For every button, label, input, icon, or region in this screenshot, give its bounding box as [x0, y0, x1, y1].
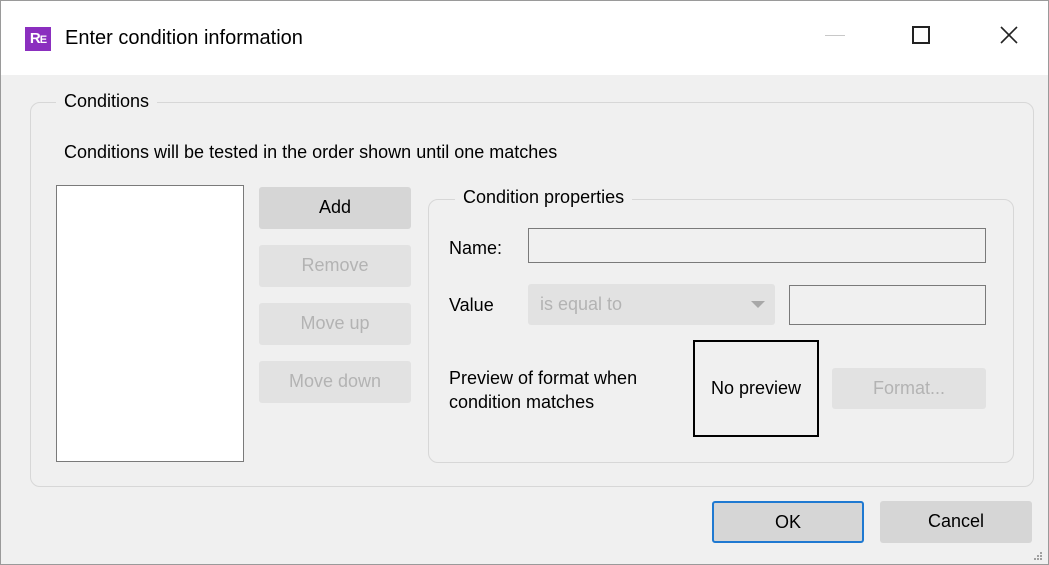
move-down-button[interactable]: Move down [259, 361, 411, 403]
title-bar[interactable]: RE Enter condition information [1, 1, 1048, 75]
value-label: Value [449, 295, 494, 315]
chevron-down-icon [751, 301, 765, 308]
close-button[interactable] [981, 11, 1037, 59]
move-up-button[interactable]: Move up [259, 303, 411, 345]
name-input[interactable] [528, 228, 986, 263]
name-label: Name: [449, 238, 503, 258]
minimize-icon [825, 34, 845, 36]
conditions-list[interactable] [56, 185, 244, 462]
operator-selected-value: is equal to [540, 294, 623, 314]
maximize-button[interactable] [893, 11, 949, 59]
remove-button[interactable]: Remove [259, 245, 411, 287]
condition-properties-legend: Condition properties [455, 186, 633, 208]
preview-label: Preview of format when condition matches [449, 368, 638, 412]
maximize-icon [912, 26, 930, 44]
operator-dropdown[interactable]: is equal to [528, 284, 775, 325]
resize-grip-icon[interactable] [1033, 551, 1043, 561]
minimize-button[interactable] [807, 11, 863, 59]
conditions-legend: Conditions [56, 90, 158, 112]
ok-button[interactable]: OK [712, 501, 864, 543]
value-input[interactable] [789, 285, 986, 325]
conditions-description: Conditions will be tested in the order s… [64, 142, 558, 162]
format-button[interactable]: Format... [832, 368, 986, 409]
add-button[interactable]: Add [259, 187, 411, 229]
cancel-button[interactable]: Cancel [880, 501, 1032, 543]
format-preview-box: No preview [693, 340, 819, 437]
app-icon: RE [25, 27, 51, 51]
close-icon [1000, 26, 1018, 44]
window-title: Enter condition information [65, 27, 303, 49]
preview-text: No preview [710, 378, 802, 398]
